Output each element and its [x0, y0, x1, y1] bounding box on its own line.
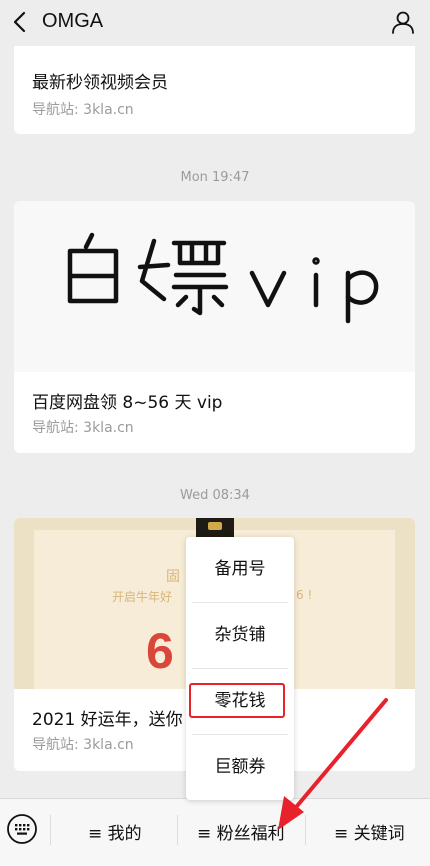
card-subtitle: 导航站: 3kla.cn [32, 420, 134, 436]
menu-item-big-coupon[interactable]: 巨额券 [186, 735, 294, 800]
highlight-box [189, 683, 285, 718]
submenu-popup: 备用号 杂货铺 零花钱 巨额券 [186, 537, 294, 800]
tab-mine[interactable]: ≡ 我的 [88, 819, 142, 844]
keyboard-icon[interactable] [6, 813, 38, 845]
card-title: 2021 好运年，送你 [32, 710, 183, 730]
card-subtitle: 导航站: 3kla.cn [32, 737, 134, 753]
banner-image [14, 201, 415, 372]
card-subtitle: 导航站: 3kla.cn [32, 102, 134, 118]
banner-line2-end: 6 ! [296, 588, 313, 602]
baipiao-vip-graphic [67, 232, 379, 324]
banner-line2: 开启牛年好 [112, 590, 173, 604]
timestamp: Wed 08:34 [180, 488, 250, 503]
page-title: OMGA [42, 10, 104, 32]
card-title: 百度网盘领 8~56 天 vip [32, 393, 223, 413]
banner-big-number: 6 [146, 623, 174, 679]
tab-divider [177, 815, 178, 845]
timestamp: Mon 19:47 [180, 170, 250, 185]
tab-keywords[interactable]: ≡ 关键词 [334, 819, 405, 844]
tab-fan-benefits[interactable]: ≡ 粉丝福利 [197, 819, 285, 844]
banner-line1: 固 [166, 569, 180, 585]
menu-item-grocery[interactable]: 杂货铺 [186, 603, 294, 668]
profile-icon[interactable] [390, 9, 416, 35]
message-card[interactable]: 百度网盘领 8~56 天 vip 导航站: 3kla.cn [14, 201, 415, 453]
bottom-menu-bar: ≡ 我的 ≡ 粉丝福利 ≡ 关键词 [0, 798, 430, 866]
menu-item-backup-account[interactable]: 备用号 [186, 537, 294, 602]
tab-divider [305, 815, 306, 845]
card-title: 最新秒领视频会员 [32, 73, 168, 93]
top-bar: OMGA [0, 0, 430, 46]
message-card[interactable]: 最新秒领视频会员 导航站: 3kla.cn [14, 36, 415, 134]
tab-divider [50, 815, 51, 845]
back-icon[interactable] [8, 9, 34, 35]
